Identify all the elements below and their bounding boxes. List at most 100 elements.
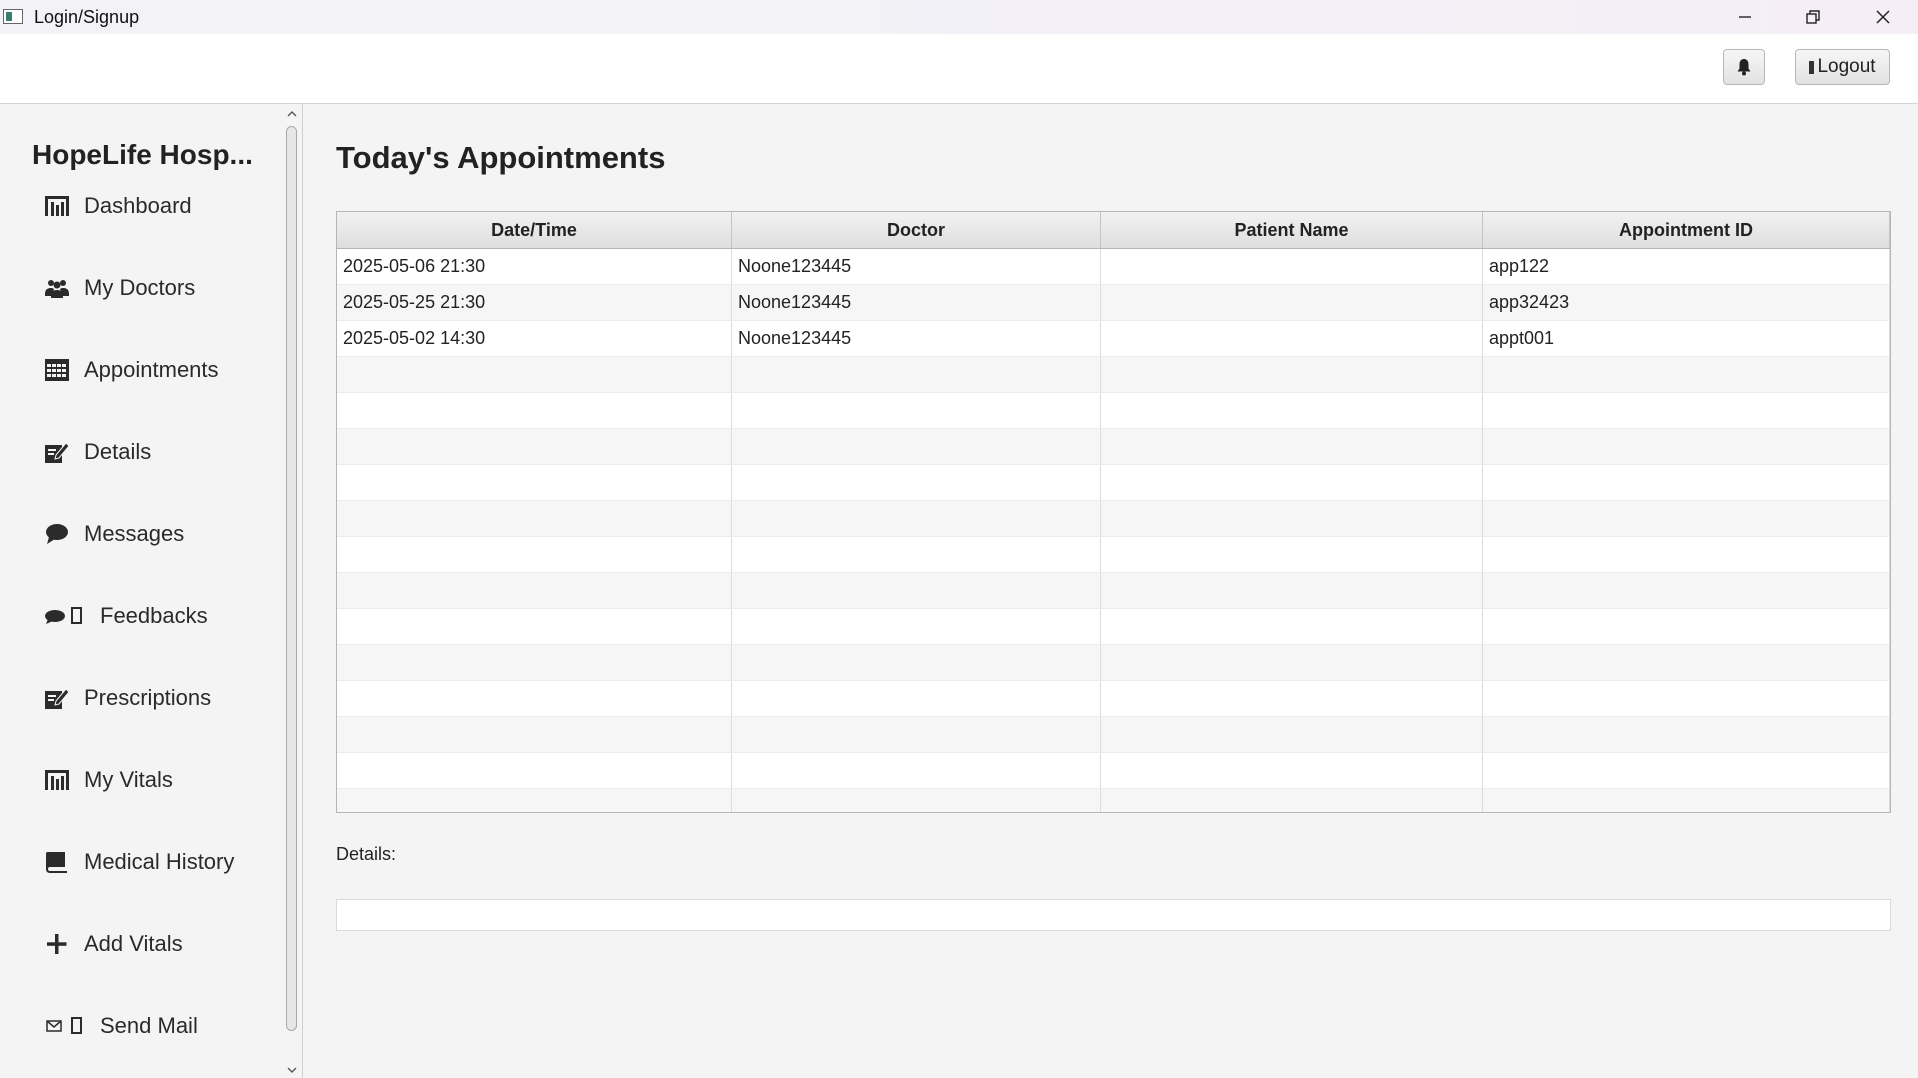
table-cell xyxy=(337,465,732,500)
table-cell xyxy=(1101,249,1483,284)
sidebar-item-label: Prescriptions xyxy=(84,685,212,710)
table-cell xyxy=(1483,537,1890,572)
sidebar-item-label: Medical History xyxy=(84,849,235,874)
chat-bubble-icon xyxy=(44,521,70,547)
table-cell xyxy=(1101,285,1483,320)
table-row[interactable]: 2025-05-06 21:30 Noone123445 app122 xyxy=(337,249,1890,285)
sidebar-item-prescriptions[interactable]: Prescriptions xyxy=(44,678,211,718)
sidebar-item-dashboard[interactable]: Dashboard xyxy=(44,186,192,226)
table-cell xyxy=(337,429,732,464)
scroll-up-icon[interactable] xyxy=(287,109,297,119)
empty-table-row[interactable] xyxy=(337,717,1890,753)
sidebar-item-appointments[interactable]: Appointments xyxy=(44,350,219,390)
column-header-patient-name[interactable]: Patient Name xyxy=(1101,212,1483,248)
empty-table-row[interactable] xyxy=(337,753,1890,789)
sidebar-item-details[interactable]: Details xyxy=(44,432,151,472)
table-cell xyxy=(732,429,1101,464)
app-window-icon xyxy=(3,9,23,24)
sidebar-item-add-vitals[interactable]: Add Vitals xyxy=(44,924,183,964)
empty-table-row[interactable] xyxy=(337,393,1890,429)
bar-chart-icon xyxy=(44,193,70,219)
table-cell xyxy=(1483,753,1890,788)
empty-table-row[interactable] xyxy=(337,789,1890,812)
top-toolbar: Logout xyxy=(0,34,1918,104)
table-cell: Noone123445 xyxy=(732,249,1101,284)
sidebar-scrollbar[interactable] xyxy=(282,104,303,1078)
empty-table-row[interactable] xyxy=(337,573,1890,609)
sidebar-item-label: Add Vitals xyxy=(84,931,183,956)
table-cell: 2025-05-02 14:30 xyxy=(337,321,732,356)
plus-icon xyxy=(44,931,70,957)
table-cell: Noone123445 xyxy=(732,321,1101,356)
table-cell xyxy=(1483,465,1890,500)
table-cell xyxy=(732,393,1101,428)
sidebar-item-send-mail[interactable]: Send Mail xyxy=(44,1006,198,1046)
table-cell xyxy=(337,681,732,716)
logout-button[interactable]: Logout xyxy=(1795,49,1890,85)
sidebar-item-messages[interactable]: Messages xyxy=(44,514,184,554)
table-cell xyxy=(732,645,1101,680)
table-cell xyxy=(337,609,732,644)
table-cell xyxy=(1101,393,1483,428)
table-cell xyxy=(1483,717,1890,752)
table-cell xyxy=(1483,393,1890,428)
table-cell xyxy=(1101,573,1483,608)
table-cell: 2025-05-06 21:30 xyxy=(337,249,732,284)
minimize-button[interactable] xyxy=(1711,0,1779,34)
sidebar-item-my-doctors[interactable]: My Doctors xyxy=(44,268,195,308)
empty-table-row[interactable] xyxy=(337,429,1890,465)
table-cell xyxy=(337,717,732,752)
empty-table-row[interactable] xyxy=(337,465,1890,501)
table-cell xyxy=(1101,537,1483,572)
table-cell xyxy=(732,753,1101,788)
details-field[interactable] xyxy=(336,899,1891,931)
empty-table-row[interactable] xyxy=(337,357,1890,393)
restore-icon xyxy=(1806,10,1820,24)
main-content: Today's Appointments Date/Time Doctor Pa… xyxy=(303,104,1918,1078)
table-cell xyxy=(1101,465,1483,500)
table-cell xyxy=(1101,321,1483,356)
table-cell xyxy=(1101,501,1483,536)
table-cell xyxy=(1483,573,1890,608)
empty-table-row[interactable] xyxy=(337,537,1890,573)
table-cell xyxy=(1101,609,1483,644)
column-header-doctor[interactable]: Doctor xyxy=(732,212,1101,248)
table-cell xyxy=(732,681,1101,716)
table-cell xyxy=(1483,357,1890,392)
page-title: Today's Appointments xyxy=(336,140,666,175)
table-cell xyxy=(337,789,732,812)
sidebar-item-my-vitals[interactable]: My Vitals xyxy=(44,760,173,800)
details-label: Details: xyxy=(336,844,397,864)
restore-button[interactable] xyxy=(1779,0,1847,34)
comments-icon xyxy=(44,603,86,629)
sidebar-item-feedbacks[interactable]: Feedbacks xyxy=(44,596,208,636)
column-header-appointment-id[interactable]: Appointment ID xyxy=(1483,212,1890,248)
close-window-button[interactable] xyxy=(1849,0,1917,34)
table-cell xyxy=(337,501,732,536)
table-cell: app122 xyxy=(1483,249,1890,284)
sidebar-item-label: Feedbacks xyxy=(100,603,208,628)
empty-table-row[interactable] xyxy=(337,609,1890,645)
table-cell xyxy=(337,573,732,608)
door-icon xyxy=(1809,60,1815,74)
notifications-button[interactable] xyxy=(1723,49,1765,85)
table-row[interactable]: 2025-05-02 14:30 Noone123445 appt001 xyxy=(337,321,1890,357)
table-row[interactable]: 2025-05-25 21:30 Noone123445 app32423 xyxy=(337,285,1890,321)
empty-table-row[interactable] xyxy=(337,501,1890,537)
scrollbar-thumb[interactable] xyxy=(286,126,297,1031)
close-icon xyxy=(1876,10,1890,24)
empty-table-row[interactable] xyxy=(337,681,1890,717)
sidebar-item-medical-history[interactable]: Medical History xyxy=(44,842,234,882)
bell-icon xyxy=(1737,59,1751,76)
table-cell xyxy=(732,357,1101,392)
table-cell xyxy=(1101,789,1483,812)
empty-table-row[interactable] xyxy=(337,645,1890,681)
scroll-down-icon[interactable] xyxy=(287,1065,297,1075)
table-cell xyxy=(732,717,1101,752)
edit-icon xyxy=(44,685,70,711)
hospital-brand: HopeLife Hosp... xyxy=(32,139,253,170)
table-cell xyxy=(1483,681,1890,716)
column-header-date-time[interactable]: Date/Time xyxy=(337,212,732,248)
book-icon xyxy=(44,849,70,875)
sidebar-item-label: My Vitals xyxy=(84,767,173,792)
